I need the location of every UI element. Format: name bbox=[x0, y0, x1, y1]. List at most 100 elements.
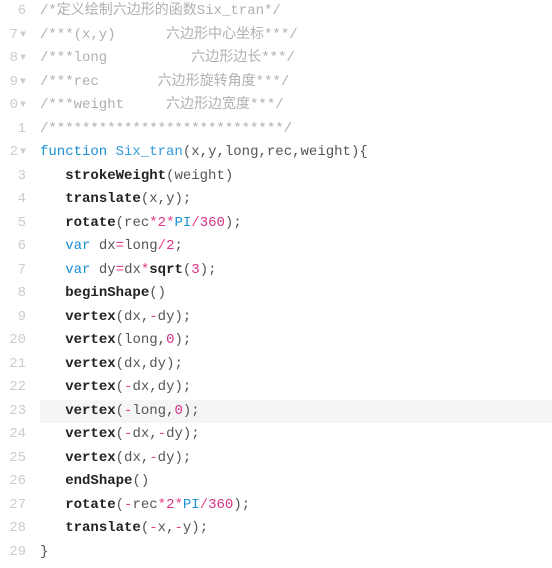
token-var: dy bbox=[158, 309, 175, 325]
code-line[interactable]: var dy=dx*sqrt(3); bbox=[40, 259, 552, 283]
token-operator: - bbox=[174, 520, 182, 536]
token-plain: ; bbox=[183, 332, 191, 348]
token-const: PI bbox=[183, 497, 200, 513]
line-number: 29 bbox=[0, 541, 26, 565]
line-number: 7 bbox=[0, 259, 26, 283]
line-number: 23 bbox=[0, 400, 26, 424]
token-plain bbox=[90, 262, 98, 278]
token-var: dx bbox=[124, 356, 141, 372]
code-line[interactable]: /*定义绘制六边形的函数Six_tran*/ bbox=[40, 0, 552, 24]
line-number: 9 bbox=[0, 306, 26, 330]
token-funccall: vertex bbox=[65, 332, 115, 348]
code-line[interactable]: /***weight 六边形边宽度***/ bbox=[40, 94, 552, 118]
token-paren: () bbox=[149, 285, 166, 301]
token-plain: , bbox=[141, 309, 149, 325]
code-line[interactable]: /****************************/ bbox=[40, 118, 552, 142]
token-operator: = bbox=[116, 262, 124, 278]
token-funccall: translate bbox=[65, 191, 141, 207]
token-comment: /***rec 六边形旋转角度***/ bbox=[40, 74, 289, 90]
token-paren: ) bbox=[174, 191, 182, 207]
token-var: dx bbox=[132, 379, 149, 395]
fold-marker-icon[interactable]: ▼ bbox=[20, 94, 26, 118]
token-var: x bbox=[158, 520, 166, 536]
token-var: weight bbox=[174, 168, 224, 184]
token-keyword: var bbox=[65, 262, 90, 278]
code-line[interactable]: vertex(-long,0); bbox=[40, 400, 552, 424]
line-number: 5 bbox=[0, 212, 26, 236]
code-line[interactable]: rotate(rec*2*PI/360); bbox=[40, 212, 552, 236]
token-paren: ( bbox=[116, 356, 124, 372]
token-var: long bbox=[124, 332, 158, 348]
token-operator: / bbox=[191, 215, 199, 231]
token-number: 0 bbox=[174, 403, 182, 419]
token-keyword: function bbox=[40, 144, 107, 160]
token-operator: - bbox=[149, 450, 157, 466]
token-funccall: strokeWeight bbox=[65, 168, 166, 184]
line-number-gutter: 67▼8▼9▼0▼12▼345678920212223242526272829 bbox=[0, 0, 30, 568]
token-plain: ; bbox=[200, 520, 208, 536]
token-paren: ( bbox=[141, 191, 149, 207]
token-var: rec bbox=[124, 215, 149, 231]
token-plain: , bbox=[141, 356, 149, 372]
code-area[interactable]: /*定义绘制六边形的函数Six_tran*/ /***(x,y) 六边形中心坐标*… bbox=[30, 0, 552, 568]
token-plain: ; bbox=[183, 309, 191, 325]
token-operator: / bbox=[200, 497, 208, 513]
token-plain: ; bbox=[174, 238, 182, 254]
token-var: dx bbox=[124, 262, 141, 278]
code-line[interactable]: vertex(dx,dy); bbox=[40, 353, 552, 377]
token-comment: /*定义绘制六边形的函数Six_tran*/ bbox=[40, 3, 281, 19]
fold-marker-icon[interactable]: ▼ bbox=[20, 47, 26, 71]
fold-marker-icon[interactable]: ▼ bbox=[20, 141, 26, 165]
token-plain: , bbox=[141, 450, 149, 466]
token-paren: ( bbox=[116, 426, 124, 442]
token-paren: ( bbox=[116, 215, 124, 231]
token-funccall: beginShape bbox=[65, 285, 149, 301]
token-comment: /***long 六边形边长***/ bbox=[40, 50, 295, 66]
fold-marker-icon[interactable]: ▼ bbox=[20, 24, 26, 48]
code-line[interactable]: } bbox=[40, 541, 552, 565]
line-number: 1 bbox=[0, 118, 26, 142]
code-line[interactable]: rotate(-rec*2*PI/360); bbox=[40, 494, 552, 518]
token-var: rec bbox=[132, 497, 157, 513]
token-funccall: rotate bbox=[65, 497, 115, 513]
token-plain: ; bbox=[183, 379, 191, 395]
token-plain: , bbox=[258, 144, 266, 160]
code-line[interactable]: vertex(dx,-dy); bbox=[40, 447, 552, 471]
code-line[interactable]: vertex(long,0); bbox=[40, 329, 552, 353]
token-funccall: vertex bbox=[65, 450, 115, 466]
line-number: 8 bbox=[0, 282, 26, 306]
code-line[interactable]: var dx=long/2; bbox=[40, 235, 552, 259]
code-line[interactable]: /***(x,y) 六边形中心坐标***/ bbox=[40, 24, 552, 48]
line-number: 28 bbox=[0, 517, 26, 541]
token-plain bbox=[90, 238, 98, 254]
line-number: 6 bbox=[0, 235, 26, 259]
code-line[interactable]: beginShape() bbox=[40, 282, 552, 306]
code-line[interactable]: translate(-x,-y); bbox=[40, 517, 552, 541]
token-number: 3 bbox=[191, 262, 199, 278]
fold-marker-icon[interactable]: ▼ bbox=[20, 71, 26, 95]
token-paren: ) bbox=[200, 262, 208, 278]
token-plain: , bbox=[158, 332, 166, 348]
token-operator: * bbox=[174, 497, 182, 513]
token-number: 2 bbox=[158, 215, 166, 231]
code-editor[interactable]: 67▼8▼9▼0▼12▼345678920212223242526272829 … bbox=[0, 0, 552, 568]
code-line[interactable]: /***rec 六边形旋转角度***/ bbox=[40, 71, 552, 95]
token-var: dx bbox=[99, 238, 116, 254]
code-line[interactable]: translate(x,y); bbox=[40, 188, 552, 212]
code-line[interactable]: vertex(-dx,dy); bbox=[40, 376, 552, 400]
token-operator: * bbox=[158, 497, 166, 513]
token-var: x bbox=[191, 144, 199, 160]
token-plain bbox=[107, 144, 115, 160]
token-funccall: translate bbox=[65, 520, 141, 536]
token-var: dy bbox=[149, 356, 166, 372]
code-line[interactable]: function Six_tran(x,y,long,rec,weight){ bbox=[40, 141, 552, 165]
code-line[interactable]: strokeWeight(weight) bbox=[40, 165, 552, 189]
code-line[interactable]: vertex(-dx,-dy); bbox=[40, 423, 552, 447]
code-line[interactable]: vertex(dx,-dy); bbox=[40, 306, 552, 330]
line-number: 2▼ bbox=[0, 141, 26, 165]
token-plain: , bbox=[200, 144, 208, 160]
code-line[interactable]: endShape() bbox=[40, 470, 552, 494]
token-plain: , bbox=[158, 191, 166, 207]
code-line[interactable]: /***long 六边形边长***/ bbox=[40, 47, 552, 71]
token-paren: ) bbox=[225, 168, 233, 184]
